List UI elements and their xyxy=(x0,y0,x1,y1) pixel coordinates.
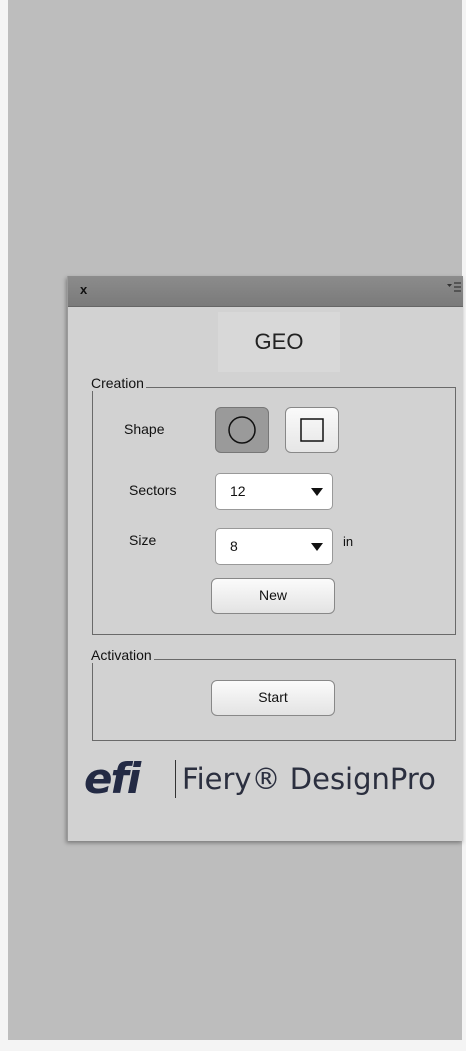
activation-group: Activation Start xyxy=(91,647,456,741)
window-edge-bottom xyxy=(0,1040,466,1051)
panel-titlebar: x xyxy=(68,276,463,307)
sectors-value: 12 xyxy=(230,483,246,499)
square-shape-button[interactable] xyxy=(285,407,339,453)
sectors-label: Sectors xyxy=(129,482,177,498)
panel-menu-icon[interactable] xyxy=(447,281,461,293)
efi-logo-mark: efi xyxy=(84,754,141,803)
panel-title: GEO xyxy=(218,312,340,372)
close-button[interactable]: x xyxy=(80,282,87,297)
size-label: Size xyxy=(129,532,157,548)
triangle-down-icon xyxy=(311,543,323,551)
circle-shape-button[interactable] xyxy=(215,407,269,453)
window-edge-left xyxy=(0,0,8,1051)
fiery-designpro-logo: efi Fiery® DesignPro xyxy=(84,754,464,804)
product-name: Fiery® DesignPro xyxy=(182,762,436,796)
size-unit: in xyxy=(343,534,354,549)
size-select[interactable]: 8 xyxy=(215,528,333,565)
start-button[interactable]: Start xyxy=(211,680,335,716)
geo-panel: x GEO Creation Shape Sectors 12 Size 8 i… xyxy=(67,276,463,841)
creation-legend: Creation xyxy=(91,375,146,391)
square-shape-icon xyxy=(300,418,324,442)
triangle-down-icon xyxy=(311,488,323,496)
size-value: 8 xyxy=(230,538,238,554)
new-button[interactable]: New xyxy=(211,578,335,614)
activation-legend: Activation xyxy=(91,647,154,663)
logo-divider xyxy=(175,760,176,798)
circle-shape-icon xyxy=(228,416,256,444)
shape-label: Shape xyxy=(124,421,165,437)
creation-group: Creation Shape Sectors 12 Size 8 in New xyxy=(91,375,456,635)
sectors-select[interactable]: 12 xyxy=(215,473,333,510)
